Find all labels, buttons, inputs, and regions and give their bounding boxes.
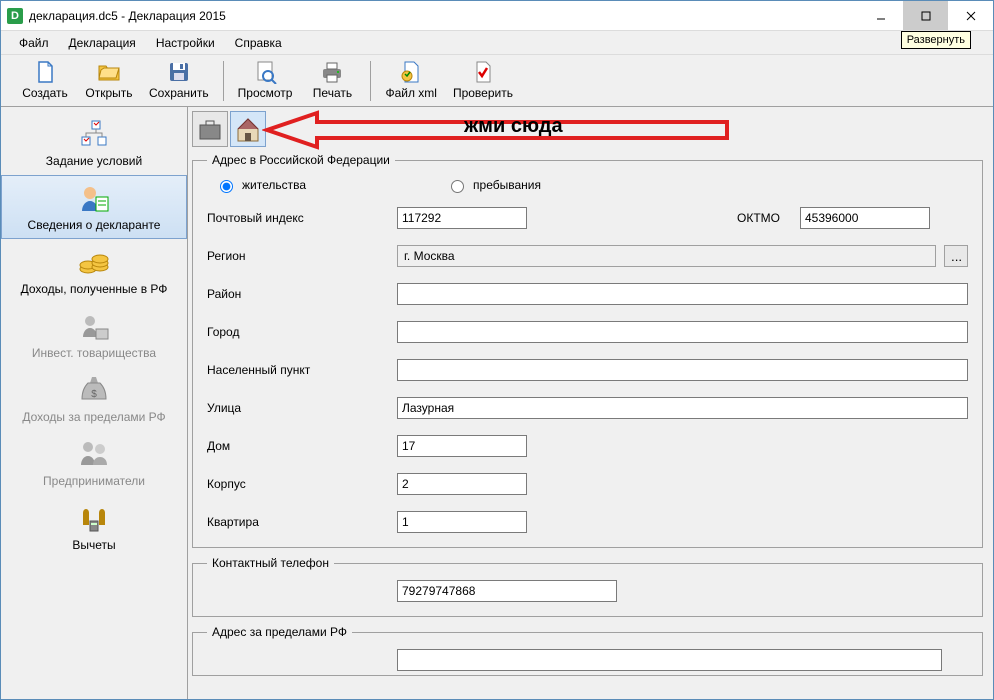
content-area: жми сюда Адрес в Российской Федерации жи… xyxy=(188,107,993,699)
input-street[interactable] xyxy=(397,397,968,419)
input-abroad[interactable] xyxy=(397,649,942,671)
conditions-icon xyxy=(78,119,110,151)
maximize-button[interactable] xyxy=(903,1,948,30)
sidebar-item-invest: Инвест. товарищества xyxy=(1,303,187,367)
toolbar-separator xyxy=(223,61,224,101)
fieldset-phone: Контактный телефон xyxy=(192,556,983,617)
label-flat: Квартира xyxy=(207,515,397,529)
window-title: декларация.dc5 - Декларация 2015 xyxy=(29,9,226,23)
print-icon xyxy=(320,60,344,84)
menu-file[interactable]: Файл xyxy=(11,33,57,53)
toolbar-save[interactable]: Сохранить xyxy=(141,58,217,103)
house-icon xyxy=(234,115,262,143)
briefcase-icon xyxy=(196,115,224,143)
input-postal[interactable] xyxy=(397,207,527,229)
tab-personal[interactable] xyxy=(192,111,228,147)
toolbar-preview[interactable]: Просмотр xyxy=(230,58,301,103)
maximize-tooltip: Развернуть xyxy=(901,31,971,49)
sidebar-item-income-abroad: $ Доходы за пределами РФ xyxy=(1,367,187,431)
input-building[interactable] xyxy=(397,473,527,495)
minimize-button[interactable] xyxy=(858,1,903,30)
input-locality[interactable] xyxy=(397,359,968,381)
label-region: Регион xyxy=(207,249,397,263)
menu-declaration[interactable]: Декларация xyxy=(61,33,144,53)
label-street: Улица xyxy=(207,401,397,415)
preview-icon xyxy=(253,60,277,84)
toolbar-create[interactable]: Создать xyxy=(13,58,77,103)
label-building: Корпус xyxy=(207,477,397,491)
display-region: г. Москва xyxy=(397,245,936,267)
label-house: Дом xyxy=(207,439,397,453)
declarant-icon xyxy=(78,183,110,215)
legend-phone: Контактный телефон xyxy=(207,556,334,570)
label-oktmo: ОКТМО xyxy=(737,211,780,225)
toolbar-check[interactable]: Проверить xyxy=(445,58,521,103)
coins-icon xyxy=(78,247,110,279)
fieldset-address-rf: Адрес в Российской Федерации жительства … xyxy=(192,153,983,548)
invest-icon xyxy=(78,311,110,343)
tab-address[interactable] xyxy=(230,111,266,147)
input-phone[interactable] xyxy=(397,580,617,602)
close-button[interactable] xyxy=(948,1,993,30)
input-house[interactable] xyxy=(397,435,527,457)
button-region-picker[interactable]: ... xyxy=(944,245,968,267)
legend-address-rf: Адрес в Российской Федерации xyxy=(207,153,395,167)
input-flat[interactable] xyxy=(397,511,527,533)
xml-file-icon xyxy=(399,60,423,84)
input-city[interactable] xyxy=(397,321,968,343)
label-city: Город xyxy=(207,325,397,339)
sidebar-item-entrepreneur: Предприниматели xyxy=(1,431,187,495)
menubar: Файл Декларация Настройки Справка xyxy=(1,31,993,55)
sidebar: Задание условий Сведения о декларанте До… xyxy=(1,107,188,699)
input-district[interactable] xyxy=(397,283,968,305)
toolbar-separator xyxy=(370,61,371,101)
menu-help[interactable]: Справка xyxy=(227,33,290,53)
app-icon: D xyxy=(7,8,23,24)
sidebar-item-declarant[interactable]: Сведения о декларанте xyxy=(1,175,187,239)
check-icon xyxy=(471,60,495,84)
entrepreneur-icon xyxy=(78,439,110,471)
label-district: Район xyxy=(207,287,397,301)
label-locality: Населенный пункт xyxy=(207,363,397,377)
sidebar-item-conditions[interactable]: Задание условий xyxy=(1,111,187,175)
toolbar-print[interactable]: Печать xyxy=(300,58,364,103)
radio-residence[interactable]: жительства xyxy=(215,177,306,193)
open-folder-icon xyxy=(97,60,121,84)
sidebar-item-deductions[interactable]: Вычеты xyxy=(1,495,187,559)
svg-text:$: $ xyxy=(91,389,97,400)
toolbar-xml[interactable]: Файл xml xyxy=(377,58,445,103)
menu-settings[interactable]: Настройки xyxy=(148,33,223,53)
new-file-icon xyxy=(33,60,57,84)
deductions-icon xyxy=(78,503,110,535)
radio-stay[interactable]: пребывания xyxy=(446,177,541,193)
toolbar-open[interactable]: Открыть xyxy=(77,58,141,103)
fieldset-abroad: Адрес за пределами РФ xyxy=(192,625,983,676)
input-oktmo[interactable] xyxy=(800,207,930,229)
arrow-text: жми сюда xyxy=(464,115,563,138)
sidebar-item-income-rf[interactable]: Доходы, полученные в РФ xyxy=(1,239,187,303)
titlebar: D декларация.dc5 - Декларация 2015 Разве… xyxy=(1,1,993,31)
save-icon xyxy=(167,60,191,84)
legend-abroad: Адрес за пределами РФ xyxy=(207,625,352,639)
toolbar: Создать Открыть Сохранить Просмотр Печат… xyxy=(1,55,993,107)
label-postal: Почтовый индекс xyxy=(207,211,397,225)
money-bag-icon: $ xyxy=(78,375,110,407)
